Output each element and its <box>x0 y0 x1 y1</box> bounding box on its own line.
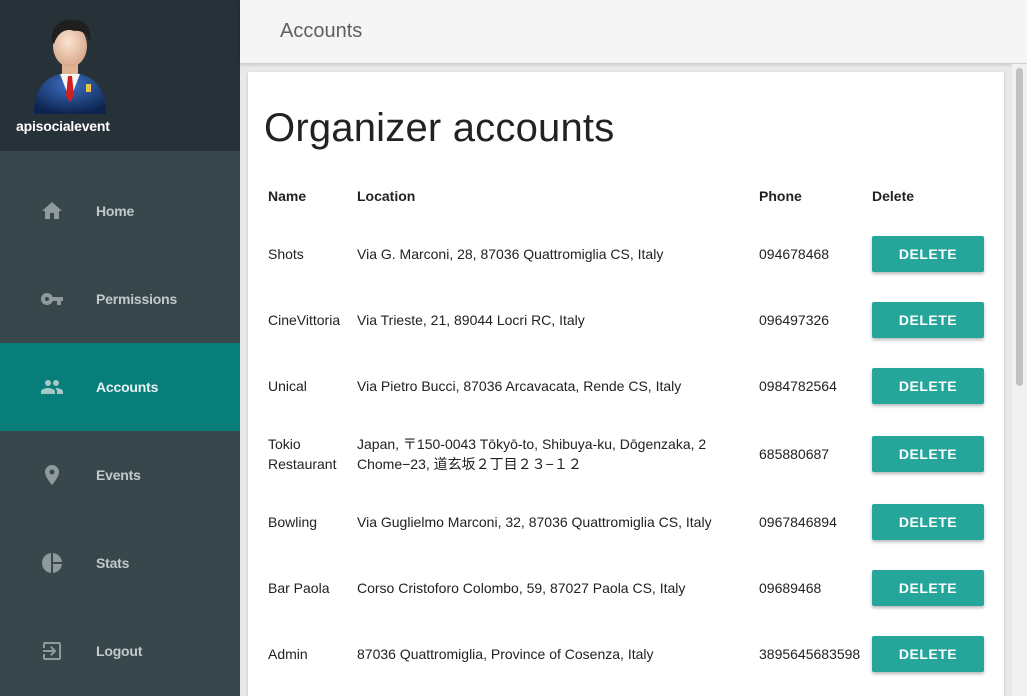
cell-location: 87036 Quattromiglia, Province of Cosenza… <box>357 646 654 662</box>
page-title: Organizer accounts <box>264 106 615 150</box>
delete-button[interactable]: DELETE <box>872 368 984 404</box>
cell-name: Shots <box>268 246 304 262</box>
sidebar-nav: Home Permissions Accounts Events Stats L… <box>0 167 240 695</box>
sidebar-header: apisocialevent <box>0 0 240 151</box>
cell-name: Bowling <box>268 514 318 530</box>
delete-button[interactable]: DELETE <box>872 636 984 672</box>
cell-name: Bar Paola <box>268 580 330 596</box>
cell-name: Admin <box>268 646 308 662</box>
logout-icon <box>40 639 64 663</box>
sidebar-item-label: Stats <box>96 555 130 571</box>
key-icon <box>40 287 64 311</box>
cell-location: Japan, 〒150-0043 Tōkyō-to, Shibuya-ku, D… <box>357 436 707 472</box>
scrollbar-thumb[interactable] <box>1016 68 1023 386</box>
column-header-location: Location <box>357 188 416 204</box>
top-bar-title: Accounts <box>280 20 363 42</box>
sidebar-item-home[interactable]: Home <box>0 167 240 255</box>
sidebar-item-logout[interactable]: Logout <box>0 607 240 695</box>
cell-phone: 3895645683598 <box>759 646 861 662</box>
cell-name: CineVittoria <box>268 312 341 328</box>
cell-phone: 0984782564 <box>759 378 837 394</box>
cell-location: Via Trieste, 21, 89044 Locri RC, Italy <box>357 312 585 328</box>
sidebar-item-label: Logout <box>96 643 143 659</box>
cell-location: Via Guglielmo Marconi, 32, 87036 Quattro… <box>357 514 712 530</box>
column-header-delete: Delete <box>872 188 915 204</box>
cell-phone: 094678468 <box>759 246 830 262</box>
avatar <box>28 14 112 114</box>
cell-location: Via Pietro Bucci, 87036 Arcavacata, Rend… <box>357 378 682 394</box>
sidebar-item-permissions[interactable]: Permissions <box>0 255 240 343</box>
delete-button[interactable]: DELETE <box>872 436 984 472</box>
cell-phone: 096497326 <box>759 312 830 328</box>
column-header-phone: Phone <box>759 188 802 204</box>
sidebar-item-label: Accounts <box>96 379 159 395</box>
sidebar-item-accounts[interactable]: Accounts <box>0 343 240 431</box>
cell-name: Unical <box>268 378 307 394</box>
accounts-card: Organizer accounts Name Location Phone D… <box>248 72 1004 696</box>
cell-name: Tokio Restaurant <box>268 436 337 472</box>
sidebar-item-label: Home <box>96 203 135 219</box>
delete-button[interactable]: DELETE <box>872 504 984 540</box>
cell-location: Corso Cristoforo Colombo, 59, 87027 Paol… <box>357 580 686 596</box>
sidebar-item-label: Permissions <box>96 291 178 307</box>
cell-location: Via G. Marconi, 28, 87036 Quattromiglia … <box>357 246 664 262</box>
username: apisocialevent <box>16 118 110 134</box>
people-icon <box>40 375 64 399</box>
delete-button[interactable]: DELETE <box>872 302 984 338</box>
sidebar-item-label: Events <box>96 467 141 483</box>
cell-phone: 685880687 <box>759 446 830 462</box>
location-pin-icon <box>40 463 64 487</box>
pie-chart-icon <box>40 551 64 575</box>
column-header-name: Name <box>268 188 307 204</box>
cell-phone: 0967846894 <box>759 514 837 530</box>
app: apisocialevent Home Permissions Accounts <box>0 0 1027 696</box>
top-bar: Accounts <box>240 0 1027 64</box>
delete-button[interactable]: DELETE <box>872 570 984 606</box>
sidebar-item-events[interactable]: Events <box>0 431 240 519</box>
cell-phone: 09689468 <box>759 580 822 596</box>
home-icon <box>40 199 64 223</box>
sidebar: apisocialevent Home Permissions Accounts <box>0 0 240 696</box>
delete-button[interactable]: DELETE <box>872 236 984 272</box>
sidebar-item-stats[interactable]: Stats <box>0 519 240 607</box>
